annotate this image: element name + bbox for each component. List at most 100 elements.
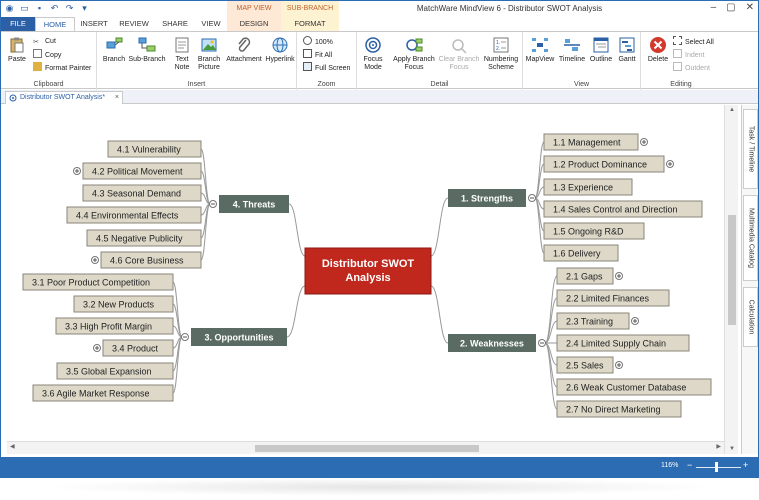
collapse-icon[interactable] [209,200,217,208]
scroll-left-icon[interactable]: ◀ [10,443,15,450]
close-document-icon[interactable]: × [115,92,119,104]
indent-button[interactable]: Indent [673,49,704,60]
select-all-label: Select All [685,39,714,46]
numbering-scheme-label-2: Scheme [488,64,514,71]
tab-review[interactable]: REVIEW [113,17,155,31]
fit-all-button[interactable]: Fit All [303,49,332,60]
collapse-icon[interactable] [181,333,189,341]
tab-insert[interactable]: INSERT [75,17,113,31]
gantt-button[interactable]: Gantt [615,36,639,64]
leaf-branch[interactable]: 4.3 Seasonal Demand [82,184,202,202]
calculation-tab[interactable]: Calculation [743,287,758,347]
leaf-branch[interactable]: 4.6 Core Business [100,251,202,269]
leaf-branch[interactable]: 2.5 Sales [556,356,614,374]
leaf-branch[interactable]: 2.4 Limited Supply Chain [556,334,690,352]
paste-button[interactable]: Paste [5,36,29,64]
scroll-down-icon[interactable]: ▼ [725,446,739,452]
tab-design[interactable]: DESIGN [227,17,281,31]
leaf-branch[interactable]: 3.1 Poor Product Competition [22,273,174,291]
text-note-button[interactable]: Text Note [171,36,193,72]
tab-home[interactable]: HOME [35,17,75,31]
format-painter-button[interactable]: Format Painter [33,62,91,73]
map-canvas[interactable]: Distributor SWOT Analysis 1. Strengths 1.1 … [7,105,724,441]
sub-branch-context-label: SUB-BRANCH [286,5,334,12]
leaf-branch[interactable]: 2.7 No Direct Marketing [556,400,682,418]
leaf-branch[interactable]: 4.1 Vulnerability [107,140,202,158]
cut-button[interactable]: ✂ Cut [33,36,56,47]
tab-format[interactable]: FORMAT [281,17,339,31]
leaf-branch[interactable]: 4.5 Negative Publicity [86,229,202,247]
leaf-branch[interactable]: 1.2 Product Dominance [543,155,665,173]
scroll-right-icon[interactable]: ▶ [716,443,721,450]
copy-button[interactable]: Copy [33,49,61,60]
zoom-slider[interactable] [696,467,741,468]
leaf-branch[interactable]: 1.5 Ongoing R&D [543,222,645,240]
main-branch-strengths[interactable]: 1. Strengths [448,189,526,207]
expand-icon[interactable] [615,361,623,369]
leaf-branch[interactable]: 1.1 Management [543,133,639,151]
scroll-up-icon[interactable]: ▲ [725,107,739,113]
horizontal-scrollbar[interactable]: ◀ ▶ [7,441,724,454]
main-branch-opportunities[interactable]: 3. Opportunities [191,328,287,346]
delete-button[interactable]: Delete [645,36,671,64]
expand-icon[interactable] [666,160,674,168]
leaf-branch[interactable]: 1.3 Experience [543,178,633,196]
zoom-in-icon[interactable]: + [743,460,748,470]
document-tab[interactable]: Distributor SWOT Analysis* × [5,91,123,104]
expand-icon[interactable] [631,317,639,325]
multimedia-catalog-tab[interactable]: Multimedia Catalog [743,195,758,281]
tab-share[interactable]: SHARE [155,17,195,31]
vertical-scroll-thumb[interactable] [728,215,736,325]
close-button[interactable]: ✕ [746,2,754,13]
clear-branch-focus-button[interactable]: Clear Branch Focus [437,36,481,72]
sub-branch-button[interactable]: Sub-Branch [127,36,167,64]
leaf-branch[interactable]: 3.5 Global Expansion [56,362,174,380]
zoom-out-icon[interactable]: − [687,460,692,470]
leaf-branch[interactable]: 1.4 Sales Control and Direction [543,200,703,218]
leaf-branch[interactable]: 2.1 Gaps [556,267,614,285]
task-timeline-tab[interactable]: Task / Timeline [743,109,758,189]
leaf-branch[interactable]: 4.2 Political Movement [82,162,202,180]
leaf-branch[interactable]: 2.3 Training [556,312,630,330]
hyperlink-button[interactable]: Hyperlink [263,36,297,64]
leaf-branch[interactable]: 2.6 Weak Customer Database [556,378,712,396]
leaf-branch[interactable]: 2.2 Limited Finances [556,289,670,307]
main-branch-weaknesses[interactable]: 2. Weaknesses [448,334,536,352]
outdent-button[interactable]: Outdent [673,62,710,73]
timeline-button[interactable]: Timeline [557,36,587,64]
vertical-scrollbar[interactable]: ▲ ▼ [724,105,738,454]
tab-view[interactable]: VIEW [195,17,227,31]
maximize-button[interactable]: ▢ [726,2,735,13]
outline-button[interactable]: Outline [587,36,615,64]
focus-mode-button[interactable]: Focus Mode [359,36,387,72]
tab-file[interactable]: FILE [1,17,35,31]
numbering-scheme-button[interactable]: 1. 2. Numbering Scheme [481,36,521,72]
leaf-branch[interactable]: 4.4 Environmental Effects [66,206,202,224]
branch-picture-button[interactable]: Branch Picture [195,36,223,72]
leaf-branch[interactable]: 3.3 High Profit Margin [55,317,174,335]
leaf-branch[interactable]: 3.6 Agile Market Response [32,384,174,402]
root-topic[interactable]: Distributor SWOT Analysis [304,247,432,295]
leaf-branch[interactable]: 3.4 Product [102,339,174,357]
collapse-icon[interactable] [538,339,546,347]
attachment-button[interactable]: Attachment [225,36,263,64]
branch-button[interactable]: Branch [101,36,127,64]
leaf-branch[interactable]: 3.2 New Products [73,295,174,313]
expand-icon[interactable] [640,138,648,146]
leaf-branch[interactable]: 1.6 Delivery [543,244,619,262]
collapse-icon[interactable] [528,194,536,202]
expand-icon[interactable] [91,256,99,264]
full-screen-button[interactable]: Full Screen [303,62,350,73]
zoom-100-button[interactable]: 100% [303,36,333,47]
mapview-button[interactable]: MapView [525,36,555,64]
apply-branch-focus-button[interactable]: Apply Branch Focus [391,36,437,72]
horizontal-scroll-thumb[interactable] [255,445,479,452]
select-all-button[interactable]: Select All [673,36,714,47]
focus-mode-label-2: Mode [364,64,382,71]
expand-icon[interactable] [73,167,81,175]
expand-icon[interactable] [93,344,101,352]
main-branch-threats[interactable]: 4. Threats [219,195,289,213]
expand-icon[interactable] [615,272,623,280]
minimize-button[interactable]: – [711,2,717,13]
zoom-slider-knob[interactable] [715,462,718,472]
